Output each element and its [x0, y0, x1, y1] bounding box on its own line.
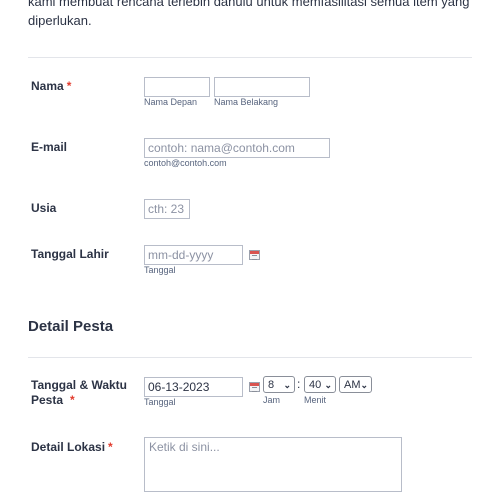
party-date-sublabel: Tanggal	[144, 397, 176, 407]
first-name-input[interactable]	[144, 77, 210, 97]
intro-line-2: diperlukan.	[28, 13, 92, 28]
hour-select[interactable]: 8 ⌄	[263, 376, 295, 393]
email-sublabel: contoh@contoh.com	[144, 158, 227, 168]
minute-select-value: 40	[309, 379, 322, 391]
ampm-select-value: AM	[344, 379, 361, 391]
required-mark: *	[66, 79, 72, 93]
party-datetime-label-line2: Pesta	[31, 393, 64, 407]
email-label: E-mail	[31, 140, 68, 154]
section-divider	[28, 357, 472, 358]
first-name-sublabel: Nama Depan	[144, 97, 198, 107]
birthdate-label: Tanggal Lahir	[31, 247, 109, 261]
name-label: Nama *	[31, 79, 71, 94]
hour-select-value: 8	[268, 379, 275, 391]
time-separator: :	[297, 377, 301, 391]
birthdate-input[interactable]	[144, 245, 243, 265]
birthdate-sublabel: Tanggal	[144, 265, 176, 275]
chevron-down-icon: ⌄	[283, 380, 291, 390]
hour-sublabel: Jam	[263, 395, 281, 405]
required-mark: *	[70, 393, 75, 407]
party-date-input[interactable]	[144, 377, 243, 397]
calendar-icon[interactable]	[249, 250, 260, 260]
email-field[interactable]	[144, 138, 330, 158]
required-mark: *	[108, 440, 113, 454]
age-input[interactable]	[144, 199, 190, 219]
chevron-down-icon: ⌄	[360, 380, 368, 390]
last-name-input[interactable]	[214, 77, 310, 97]
name-label-text: Nama	[31, 79, 64, 93]
party-datetime-label-line1: Tanggal & Waktu	[31, 378, 127, 392]
minute-select[interactable]: 40 ⌄	[304, 376, 336, 393]
calendar-icon[interactable]	[249, 382, 260, 392]
last-name-sublabel: Nama Belakang	[214, 97, 279, 107]
divider	[28, 57, 472, 58]
minute-sublabel: Menit	[304, 395, 327, 405]
section-title: Detail Pesta	[28, 318, 114, 335]
location-label-text: Detail Lokasi	[31, 440, 106, 454]
location-label: Detail Lokasi *	[31, 440, 113, 455]
chevron-down-icon: ⌄	[324, 380, 332, 390]
party-datetime-label: Tanggal & Waktu Pesta *	[31, 378, 127, 408]
age-label: Usia	[31, 201, 57, 215]
ampm-select[interactable]: AM ⌄	[339, 376, 372, 393]
form-intro-text: kami membuat rencana terlebih dahulu unt…	[28, 0, 470, 30]
intro-line-1: kami membuat rencana terlebih dahulu unt…	[28, 0, 470, 9]
